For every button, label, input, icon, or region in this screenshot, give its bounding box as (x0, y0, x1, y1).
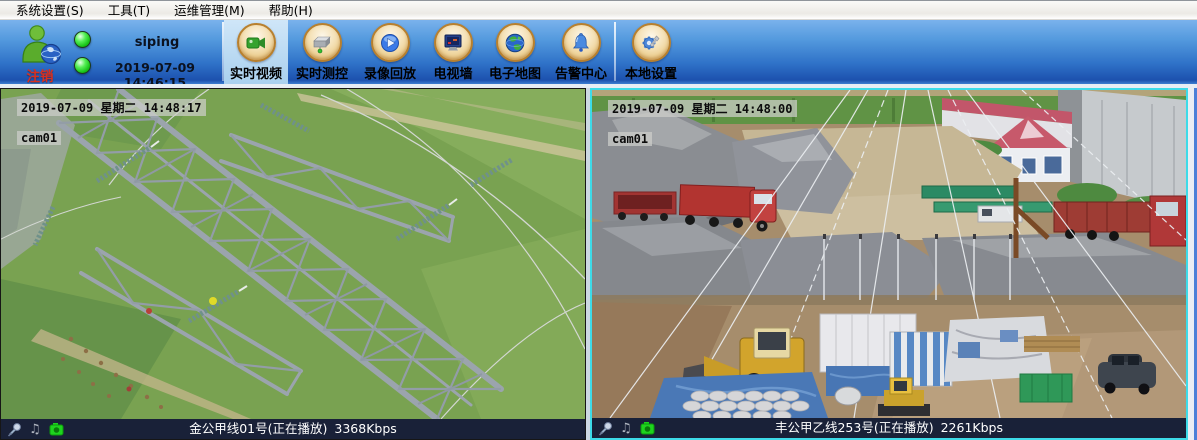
toolbar: 注销 siping 2019-07-09 14:46:15 实时视频 (0, 20, 1197, 84)
music-note-icon[interactable]: ♫ (620, 422, 632, 435)
record-camera-icon[interactable] (49, 423, 65, 436)
menu-tools[interactable]: 工具(T) (96, 0, 162, 21)
alarm-bell-icon (562, 23, 601, 62)
globe-map-icon (496, 23, 535, 62)
user-avatar-logout-icon[interactable] (18, 23, 64, 67)
video-bar-icons: ♫ (598, 418, 656, 438)
osd-timestamp: 2019-07-09 星期二 14:48:17 (17, 99, 206, 116)
toolbar-buttons-secondary: 本地设置 (617, 20, 685, 84)
button-label: 告警中心 (555, 63, 607, 82)
button-playback[interactable]: 录像回放 (356, 20, 424, 84)
menu-help[interactable]: 帮助(H) (257, 0, 325, 21)
user-area: 注销 siping 2019-07-09 14:46:15 (0, 20, 222, 84)
button-live-video[interactable]: 实时视频 (224, 20, 288, 84)
tv-wall-icon (434, 23, 473, 62)
local-settings-icon (632, 23, 671, 62)
button-label: 电子地图 (489, 63, 541, 82)
window-edge (1188, 88, 1197, 440)
video-title: 丰公甲乙线253号(正在播放) (775, 420, 934, 435)
osd-camera-label: cam01 (17, 131, 61, 145)
menu-bar: 系统设置(S) 工具(T) 运维管理(M) 帮助(H) (0, 0, 1197, 20)
toolbar-buttons: 实时视频 实时测控 (224, 20, 614, 84)
toolbar-separator (614, 22, 616, 81)
osd-camera-label: cam01 (608, 132, 652, 146)
button-label: 本地设置 (625, 63, 677, 82)
microphone-icon[interactable] (7, 421, 21, 437)
music-note-icon[interactable]: ♫ (29, 423, 41, 436)
menu-ops-management[interactable]: 运维管理(M) (162, 0, 257, 21)
button-label: 电视墙 (433, 63, 472, 82)
username-label: siping (96, 35, 218, 50)
surveillance-app-window: 系统设置(S) 工具(T) 运维管理(M) 帮助(H) 注销 siping 20… (0, 0, 1197, 440)
telemetry-device-icon (303, 23, 342, 62)
video-feed-yard (592, 90, 1186, 418)
video-info-bar: ♫ 丰公甲乙线253号(正在播放) 2261Kbps (592, 418, 1186, 438)
video-panel-2-selected[interactable]: 2019-07-09 星期二 14:48:00 cam01 ♫ (590, 88, 1188, 440)
video-panel-1[interactable]: 2019-07-09 星期二 14:48:17 cam01 ♫ (0, 88, 586, 440)
record-camera-icon[interactable] (640, 422, 656, 435)
video-feed-tower (1, 89, 585, 419)
video-region: 2019-07-09 星期二 14:48:17 cam01 ♫ (0, 88, 1197, 440)
status-light-icon (74, 31, 91, 48)
microphone-icon[interactable] (598, 420, 612, 436)
button-e-map[interactable]: 电子地图 (482, 20, 548, 84)
button-alarm-center[interactable]: 告警中心 (548, 20, 614, 84)
osd-timestamp: 2019-07-09 星期二 14:48:00 (608, 100, 797, 117)
video-info-bar: ♫ 金公甲线01号(正在播放) 3368Kbps (1, 419, 585, 439)
video-bitrate: 3368Kbps (334, 421, 396, 436)
button-local-settings[interactable]: 本地设置 (617, 20, 685, 84)
button-tv-wall[interactable]: 电视墙 (424, 20, 482, 84)
button-label: 录像回放 (364, 63, 416, 82)
button-label: 实时测控 (296, 63, 348, 82)
button-label: 实时视频 (230, 63, 282, 82)
menu-system-settings[interactable]: 系统设置(S) (4, 0, 96, 21)
video-bitrate: 2261Kbps (941, 420, 1003, 435)
video-camera-icon (237, 23, 276, 62)
logout-button[interactable]: 注销 (8, 65, 72, 85)
video-title: 金公甲线01号(正在播放) (189, 421, 327, 436)
playback-icon (371, 23, 410, 62)
button-live-telemetry[interactable]: 实时测控 (288, 20, 356, 84)
video-bar-icons: ♫ (7, 419, 65, 439)
